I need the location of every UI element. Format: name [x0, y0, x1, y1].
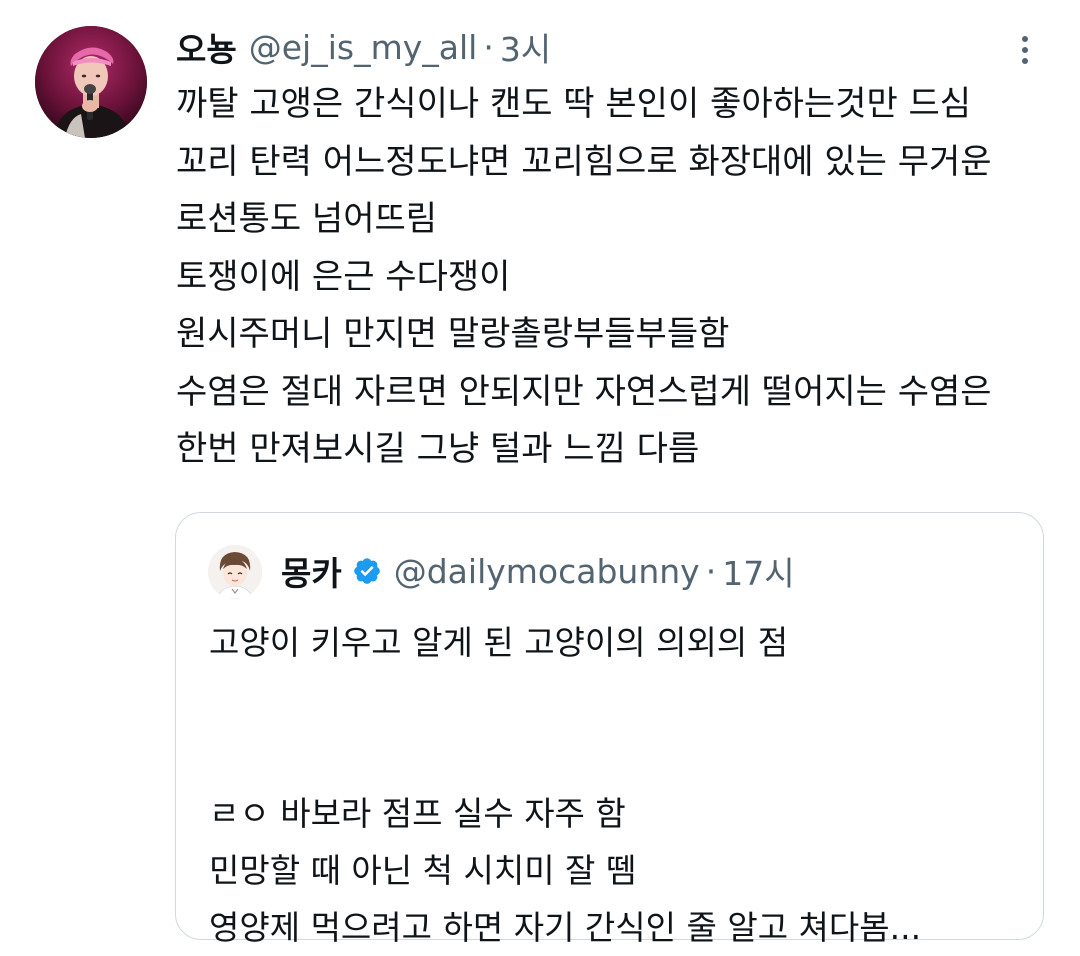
quoted-tweet-text: 고양이 키우고 알게 된 고양이의 의외의 점 ㄹㅇ 바보라 점프 실수 자주 …: [209, 614, 1029, 956]
quoted-tweet-text-line: 고양이 키우고 알게 된 고양이의 의외의 점: [209, 623, 789, 662]
quoted-author-avatar-image: [208, 545, 262, 599]
tweet-text: 까탈 고앵은 간식이나 캔도 딱 본인이 좋아하는것만 드심 꼬리 탄력 어느정…: [176, 76, 1056, 479]
more-dot: [1022, 47, 1028, 53]
quoted-tweet-timestamp[interactable]: 17시: [722, 547, 794, 595]
quoted-author-avatar[interactable]: [208, 545, 262, 599]
tweet: 오뇽 @ej_is_my_all · 3시 까탈 고앵은 간식이나 캔도 딱 본…: [0, 0, 1080, 947]
quoted-tweet-text-line: 영양제 먹으려고 하면 자기 간식인 줄 알고 쳐다봄...: [209, 908, 922, 947]
quoted-tweet-blank-line: [209, 728, 1029, 785]
more-dot: [1022, 36, 1028, 42]
quoted-tweet-card[interactable]: 몽카 @dailymocabunny · 17시 고양이 키우고 알게 된 고양…: [175, 512, 1044, 947]
tweet-text-line: 수염은 절대 자르면 안되지만 자연스럽게 떨어지는 수염은: [176, 371, 992, 412]
quoted-tweet-text-line: 민망할 때 아닌 척 시치미 잘 뗌: [209, 851, 637, 890]
author-handle[interactable]: @ej_is_my_all: [249, 28, 478, 67]
tweet-text-line: 토쟁이에 은근 수다쟁이: [176, 256, 511, 297]
author-avatar-image: [35, 26, 147, 138]
tweet-header: 오뇽 @ej_is_my_all · 3시: [176, 20, 551, 74]
author-avatar[interactable]: [35, 26, 147, 138]
more-dot: [1022, 58, 1028, 64]
tweet-text-line: 꼬리 탄력 어느정도냐면 꼬리힘으로 화장대에 있는 무거운: [176, 141, 992, 182]
tweet-timestamp[interactable]: 3시: [500, 23, 551, 71]
author-display-name[interactable]: 오뇽: [176, 23, 237, 71]
tweet-text-line: 원시주머니 만지면 말랑촐랑부들부들함: [176, 314, 730, 354]
quoted-author-display-name[interactable]: 몽카: [281, 547, 342, 595]
header-separator: ·: [483, 27, 494, 67]
verified-badge-icon[interactable]: [352, 556, 382, 586]
tweet-text-line: 로션통도 넘어뜨림: [176, 199, 438, 239]
quoted-tweet-header: 몽카 @dailymocabunny · 17시: [281, 543, 795, 599]
quoted-header-separator: ·: [705, 551, 717, 591]
more-options-icon[interactable]: [1008, 28, 1042, 72]
tweet-text-line: 한번 만져보시길 그냥 털과 느낌 다름: [176, 429, 700, 469]
quoted-author-handle[interactable]: @dailymocabunny: [394, 552, 700, 591]
tweet-text-line: 까탈 고앵은 간식이나 캔도 딱 본인이 좋아하는것만 드심: [176, 84, 972, 124]
quoted-tweet-blank-line: [209, 671, 1029, 728]
quoted-tweet-text-line: ㄹㅇ 바보라 점프 실수 자주 함: [209, 794, 626, 833]
